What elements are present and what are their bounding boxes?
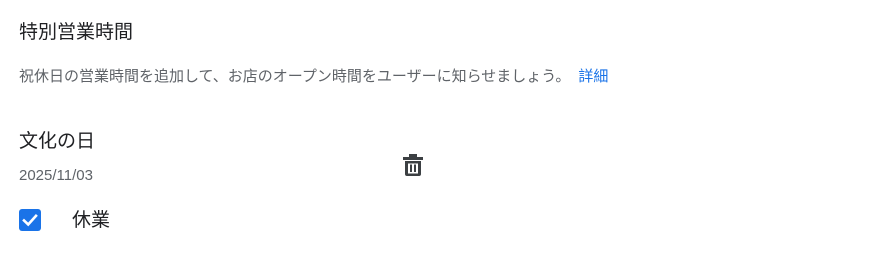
delete-holiday-button[interactable] bbox=[398, 150, 428, 180]
details-link[interactable]: 詳細 bbox=[578, 67, 608, 85]
holiday-name: 文化の日 bbox=[19, 130, 96, 152]
section-title: 特別営業時間 bbox=[19, 21, 134, 43]
checkmark-icon bbox=[22, 213, 38, 227]
closed-checkbox[interactable] bbox=[19, 209, 41, 231]
closed-label[interactable]: 休業 bbox=[72, 207, 110, 233]
description-text: 祝休日の営業時間を追加して、お店のオープン時間をユーザーに知らせましょう。 bbox=[19, 67, 571, 85]
special-hours-section: 特別営業時間 祝休日の営業時間を追加して、お店のオープン時間をユーザーに知らせま… bbox=[19, 0, 859, 255]
holiday-date: 2025/11/03 bbox=[19, 167, 93, 184]
closed-option: 休業 bbox=[19, 207, 110, 233]
section-description: 祝休日の営業時間を追加して、お店のオープン時間をユーザーに知らせましょう。 詳細 bbox=[19, 64, 608, 88]
trash-icon bbox=[403, 154, 423, 176]
